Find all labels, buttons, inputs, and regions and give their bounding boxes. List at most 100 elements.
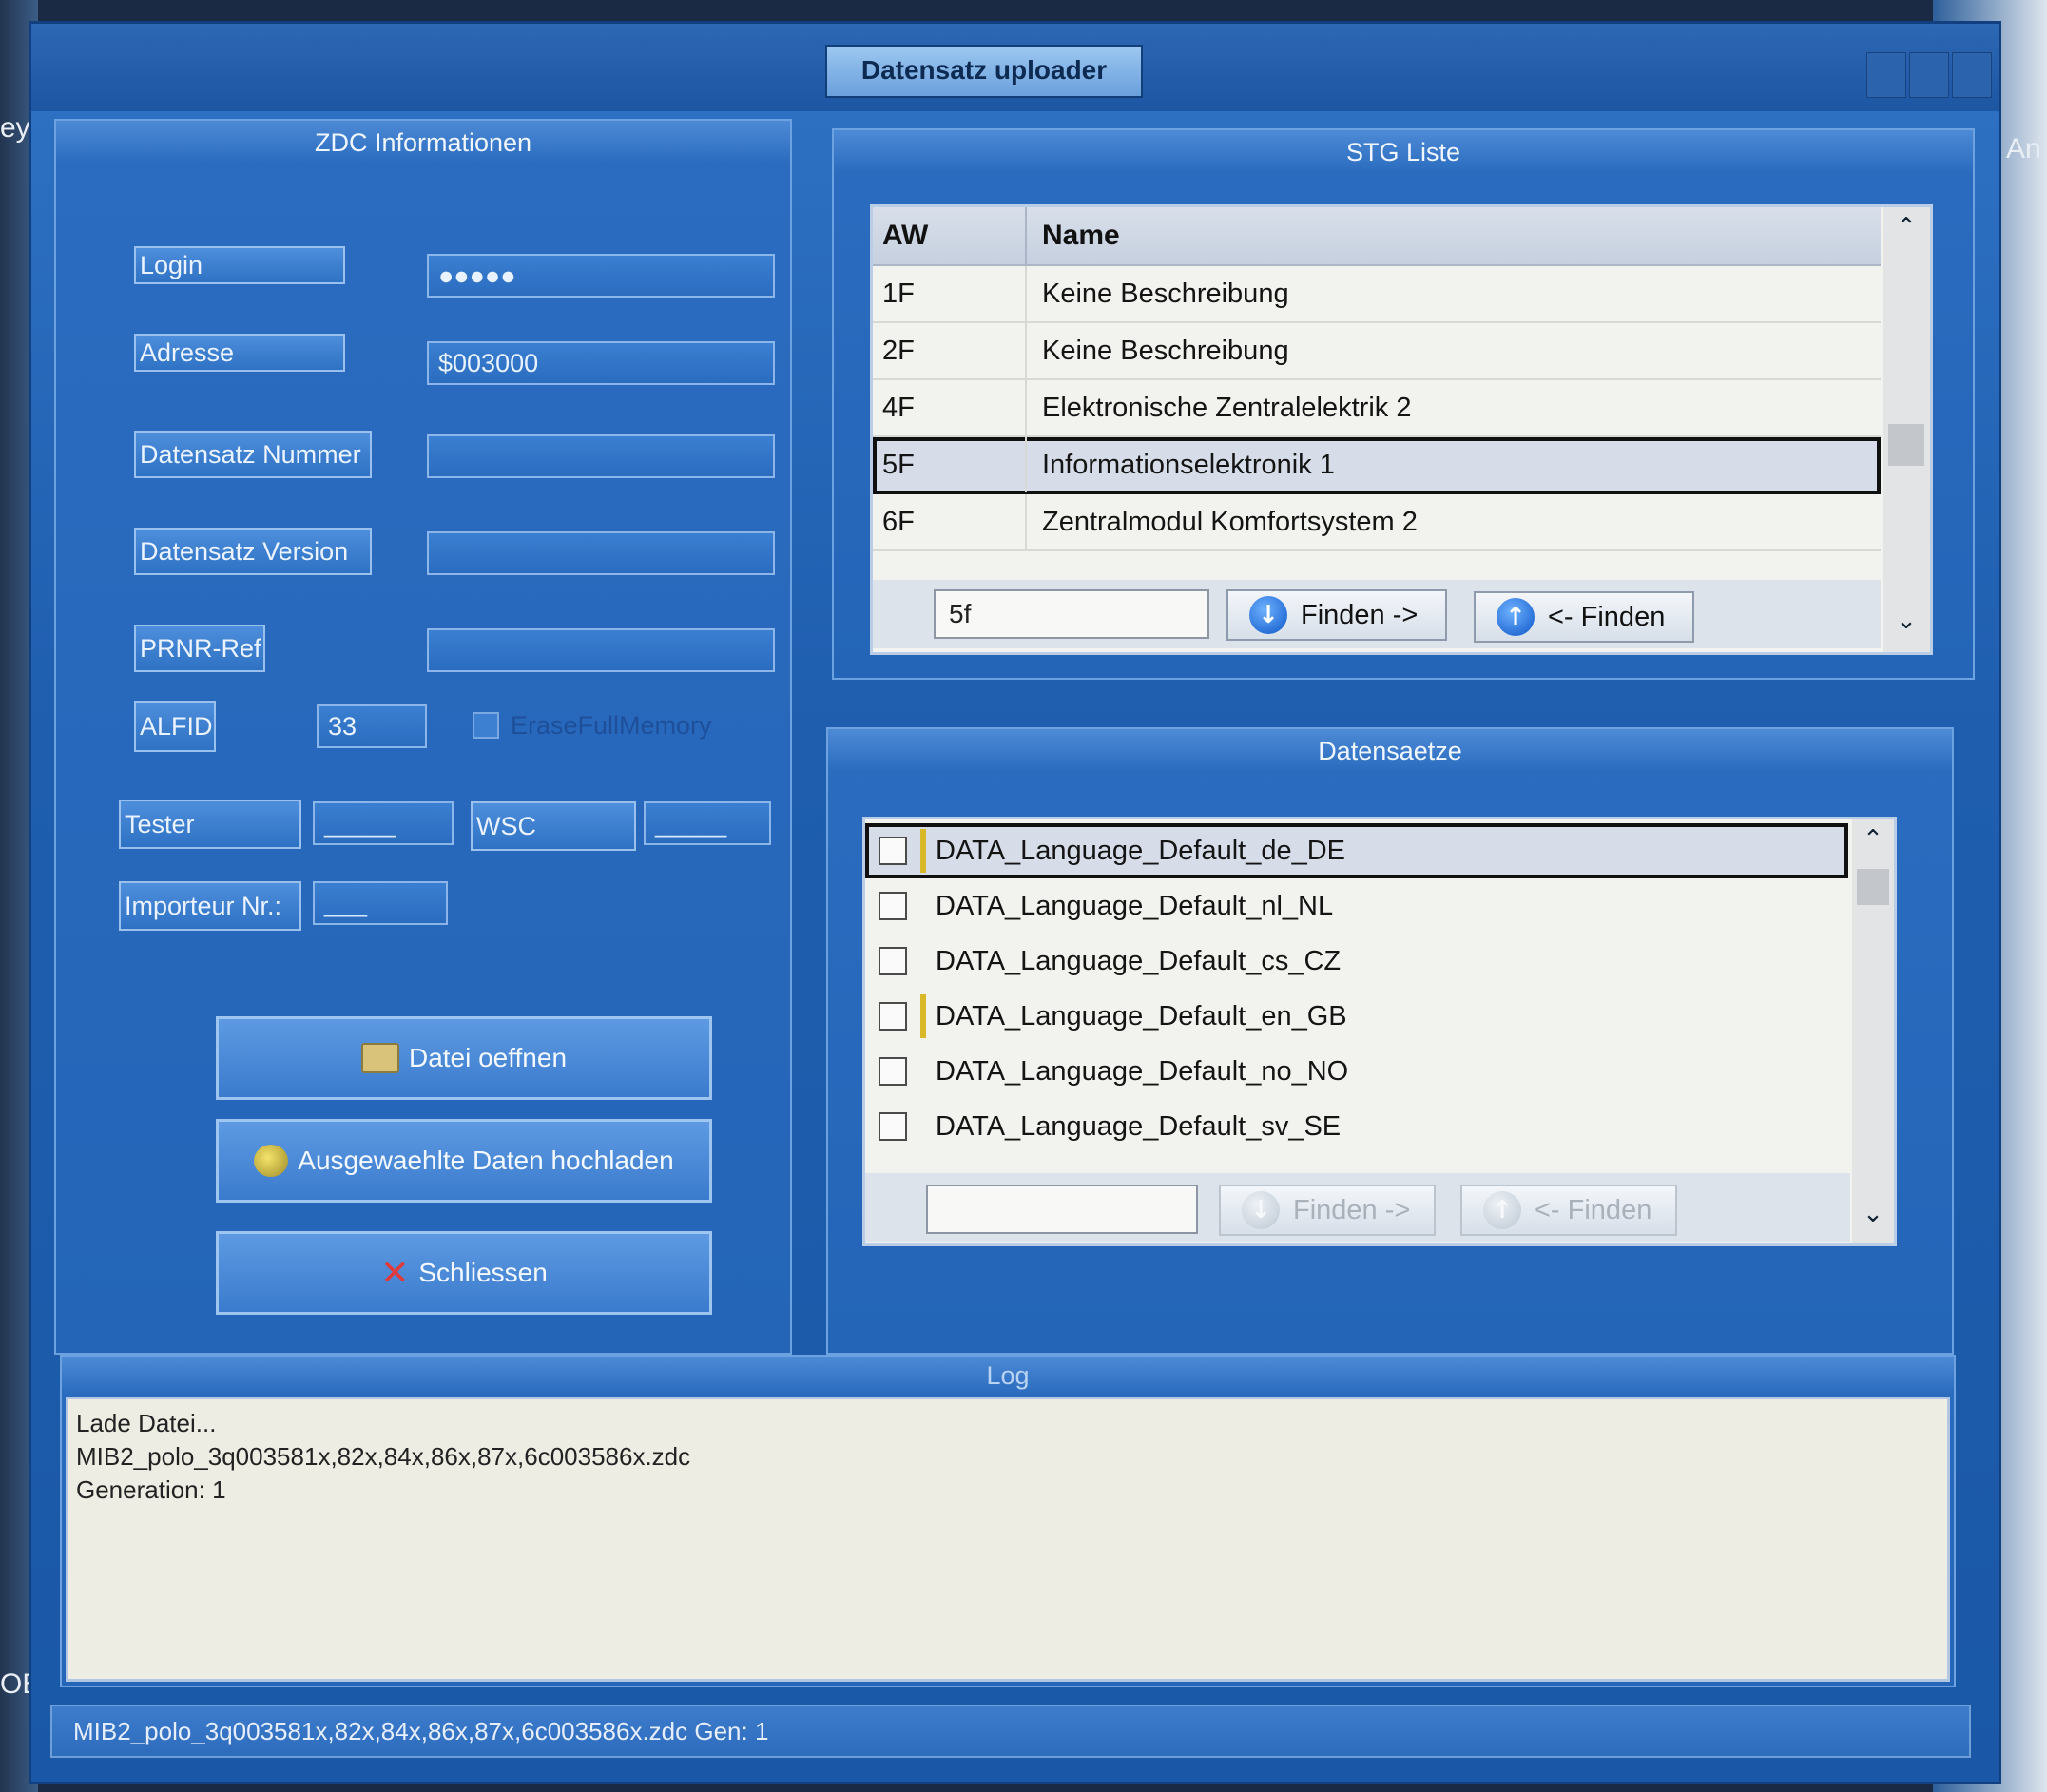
focus-marker (920, 829, 926, 873)
stg-row[interactable]: 4F Elektronische Zentralelektrik 2 (873, 380, 1881, 437)
stg-row[interactable]: 2F Keine Beschreibung (873, 323, 1881, 380)
arrow-down-icon: ↓ (1249, 596, 1287, 634)
stg-scrollbar[interactable]: ⌃ ⌄ (1883, 207, 1930, 652)
datensaetze-find-input[interactable] (926, 1185, 1198, 1234)
close-window-button[interactable] (1952, 52, 1992, 98)
stg-row-aw: 5F (882, 437, 1027, 492)
column-header-aw[interactable]: AW (882, 207, 1027, 264)
minimize-button[interactable] (1866, 52, 1906, 98)
datensaetze-panel-title: Datensaetze (828, 729, 1952, 773)
stg-row-aw: 2F (882, 323, 1027, 378)
login-label: Login (134, 246, 345, 284)
stg-row-name: Keine Beschreibung (1042, 279, 1289, 309)
scroll-down-icon[interactable]: ⌄ (1883, 607, 1930, 635)
background-text: An (2006, 133, 2041, 164)
datensatz-label: DATA_Language_Default_no_NO (936, 1056, 1349, 1087)
log-line: Lade Datei... (76, 1409, 217, 1437)
adresse-label: Adresse (134, 334, 345, 372)
adresse-field[interactable]: $003000 (427, 341, 775, 385)
stg-list-header: AW Name (873, 207, 1881, 266)
stg-row-name: Zentralmodul Komfortsystem 2 (1042, 507, 1418, 537)
stg-row-aw: 6F (882, 494, 1027, 549)
open-file-button[interactable]: Datei oeffnen (216, 1016, 712, 1100)
arrow-down-icon: ↓ (1242, 1191, 1280, 1229)
datensatz-label: DATA_Language_Default_de_DE (936, 836, 1346, 866)
zdc-panel-title: ZDC Informationen (56, 121, 790, 164)
stg-panel: STG Liste AW Name 1F Keine Beschreibung 2F… (832, 128, 1975, 680)
datensatz-item[interactable]: DATA_Language_Default_nl_NL (865, 878, 1848, 934)
upload-selected-button[interactable]: Ausgewaehlte Daten hochladen (216, 1119, 712, 1203)
datensatz-item[interactable]: DATA_Language_Default_no_NO (865, 1044, 1848, 1099)
stg-list: AW Name 1F Keine Beschreibung 2F Keine Besc… (870, 204, 1933, 655)
datensatz-nummer-field[interactable] (427, 434, 775, 478)
stg-panel-title: STG Liste (834, 130, 1973, 174)
datensatz-label: DATA_Language_Default_cs_CZ (936, 946, 1342, 976)
datensatz-checkbox[interactable] (879, 947, 907, 975)
datensatz-version-label: Datensatz Version (134, 528, 372, 575)
erase-full-memory-checkbox[interactable] (473, 712, 499, 739)
datensaetze-find-bar: ↓ Finden -> ↑ <- Finden (865, 1173, 1850, 1242)
datensatz-nummer-label: Datensatz Nummer (134, 431, 372, 478)
log-line: Generation: 1 (76, 1475, 226, 1504)
datensatz-version-field[interactable] (427, 531, 775, 575)
stg-find-next-button[interactable]: ↓ Finden -> (1226, 589, 1447, 641)
tester-label: Tester (119, 800, 301, 849)
datensatz-checkbox[interactable] (879, 892, 907, 920)
scroll-down-icon[interactable]: ⌄ (1852, 1200, 1894, 1228)
close-button-label: Schliessen (418, 1258, 548, 1287)
maximize-button[interactable] (1909, 52, 1949, 98)
close-button[interactable]: ✕ Schliessen (216, 1231, 712, 1315)
stg-row-name: Elektronische Zentralelektrik 2 (1042, 393, 1412, 423)
status-bar: MIB2_polo_3q003581x,82x,84x,86x,87x,6c00… (50, 1705, 1971, 1758)
datensatz-checkbox[interactable] (879, 1112, 907, 1141)
column-header-name[interactable]: Name (1042, 207, 1860, 264)
stg-row[interactable]: 1F Keine Beschreibung (873, 266, 1881, 323)
stg-list-clipped-row (873, 549, 1881, 563)
datensatz-item[interactable]: DATA_Language_Default_en_GB (865, 989, 1848, 1044)
scrollbar-thumb[interactable] (1888, 424, 1924, 466)
stg-row[interactable]: 5F Informationselektronik 1 (873, 437, 1881, 494)
datensaetze-list: DATA_Language_Default_de_DE DATA_Language… (862, 817, 1897, 1246)
datensaetze-scrollbar[interactable]: ⌃ ⌄ (1852, 819, 1894, 1243)
datensaetze-find-prev-label: <- Finden (1535, 1194, 1652, 1225)
datensatz-checkbox[interactable] (879, 1002, 907, 1031)
alfid-field[interactable]: 33 (317, 704, 427, 748)
tester-field[interactable]: _____ (313, 801, 454, 845)
close-x-icon: ✕ (380, 1253, 410, 1293)
alfid-label: ALFID (134, 701, 216, 752)
importeur-field[interactable]: ___ (313, 881, 448, 925)
prnr-ref-field[interactable] (427, 628, 775, 672)
datensatz-item[interactable]: DATA_Language_Default_de_DE (865, 823, 1848, 878)
datensaetze-panel: Datensaetze DATA_Language_Default_de_DE D… (826, 727, 1954, 1355)
stg-row[interactable]: 6F Zentralmodul Komfortsystem 2 (873, 494, 1881, 551)
datensaetze-find-next-label: Finden -> (1293, 1194, 1411, 1225)
datensatz-item[interactable]: DATA_Language_Default_cs_CZ (865, 934, 1848, 989)
stg-row-aw: 1F (882, 266, 1027, 321)
datensatz-checkbox[interactable] (879, 1057, 907, 1086)
open-file-label: Datei oeffnen (408, 1043, 568, 1072)
stg-find-prev-label: <- Finden (1548, 601, 1666, 632)
uploader-window: Datensatz uploader ZDC Informationen Log… (29, 21, 2001, 1784)
upload-selected-label: Ausgewaehlte Daten hochladen (298, 1146, 674, 1175)
datensatz-checkbox[interactable] (879, 837, 907, 865)
arrow-up-icon: ↑ (1497, 598, 1535, 636)
title-bar[interactable]: Datensatz uploader (31, 24, 1999, 111)
log-output[interactable]: Lade Datei... MIB2_polo_3q003581x,82x,84… (66, 1397, 1950, 1682)
log-panel-title: Log (62, 1357, 1954, 1395)
scroll-up-icon[interactable]: ⌃ (1852, 825, 1894, 854)
arrow-up-icon: ↑ (1483, 1191, 1521, 1229)
folder-open-icon (360, 1043, 399, 1073)
scrollbar-thumb[interactable] (1857, 869, 1889, 905)
zdc-panel: ZDC Informationen Login ●●●●● Adresse $0… (54, 119, 792, 1355)
prnr-ref-label: PRNR-Ref (134, 625, 265, 672)
scroll-up-icon[interactable]: ⌃ (1883, 213, 1930, 241)
login-field[interactable]: ●●●●● (427, 254, 775, 298)
focus-marker (920, 994, 926, 1038)
stg-row-name: Informationselektronik 1 (1042, 450, 1335, 480)
wsc-field[interactable]: _____ (644, 801, 771, 845)
stg-find-input[interactable]: 5f (934, 589, 1209, 639)
stg-find-prev-button[interactable]: ↑ <- Finden (1474, 591, 1694, 643)
datensatz-item[interactable]: DATA_Language_Default_sv_SE (865, 1099, 1848, 1154)
datensaetze-find-next-button[interactable]: ↓ Finden -> (1219, 1185, 1436, 1236)
datensaetze-find-prev-button[interactable]: ↑ <- Finden (1460, 1185, 1677, 1236)
